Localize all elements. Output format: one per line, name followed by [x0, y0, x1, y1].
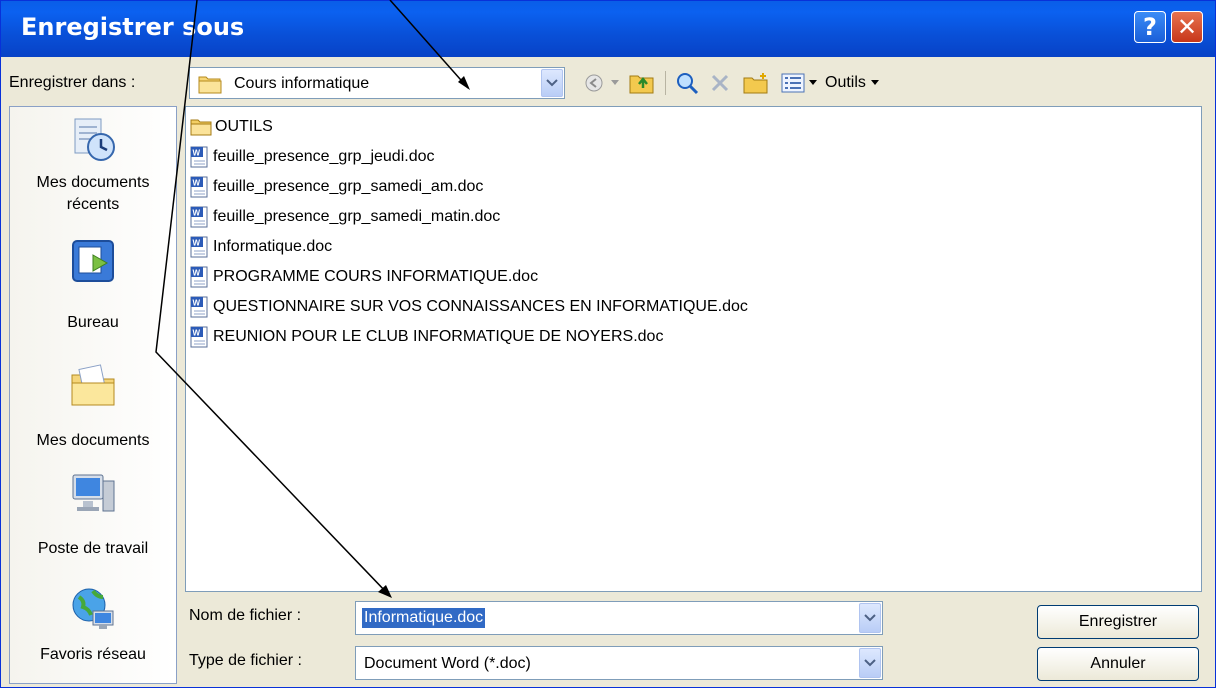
list-item[interactable]: W Informatique.doc	[190, 233, 332, 261]
file-name: feuille_presence_grp_jeudi.doc	[213, 148, 435, 165]
save-in-label: Enregistrer dans :	[9, 74, 136, 91]
chevron-down-icon[interactable]	[541, 69, 563, 97]
place-label: Poste de travail	[37, 540, 149, 557]
list-item[interactable]: W PROGRAMME COURS INFORMATIQUE.doc	[190, 263, 538, 291]
word-document-icon: W	[190, 236, 208, 258]
save-button[interactable]: Enregistrer	[1037, 605, 1199, 639]
up-folder-icon[interactable]	[627, 69, 657, 97]
tools-label: Outils	[825, 74, 866, 91]
place-my-computer[interactable]: Poste de travail	[10, 469, 176, 558]
svg-text:W: W	[193, 269, 201, 278]
filename-label: Nom de fichier :	[189, 607, 302, 624]
word-document-icon: W	[190, 296, 208, 318]
dialog-title: Enregistrer sous	[21, 13, 245, 41]
svg-text:W: W	[193, 149, 201, 158]
word-document-icon: W	[190, 146, 208, 168]
word-document-icon: W	[190, 206, 208, 228]
word-document-icon: W	[190, 266, 208, 288]
network-places-icon	[72, 588, 114, 629]
views-dropdown-icon[interactable]	[807, 69, 819, 97]
filename-input[interactable]: Informatique.doc	[355, 601, 883, 635]
filetype-label: Type de fichier :	[189, 652, 302, 669]
save-as-dialog: Enregistrer sous ? ✕ Enregistrer dans : …	[0, 0, 1216, 688]
place-desktop[interactable]: Bureau	[10, 237, 176, 332]
file-name: PROGRAMME COURS INFORMATIQUE.doc	[213, 268, 539, 285]
file-name: feuille_presence_grp_samedi_am.doc	[213, 178, 484, 195]
filetype-value: Document Word (*.doc)	[364, 655, 531, 672]
views-icon[interactable]	[779, 69, 807, 97]
list-item[interactable]: W REUNION POUR LE CLUB INFORMATIQUE DE N…	[190, 323, 663, 351]
place-label: Mes documents récents	[36, 174, 150, 213]
svg-text:W: W	[193, 179, 201, 188]
list-item[interactable]: W feuille_presence_grp_jeudi.doc	[190, 143, 435, 171]
my-computer-icon	[72, 474, 115, 512]
save-in-value: Cours informatique	[234, 75, 370, 92]
search-web-icon[interactable]	[673, 69, 701, 97]
toolbar-separator	[665, 71, 666, 95]
svg-text:W: W	[193, 329, 201, 338]
place-network[interactable]: Favoris réseau	[10, 585, 176, 664]
svg-text:W: W	[193, 299, 201, 308]
place-label: Favoris réseau	[40, 646, 146, 663]
list-item[interactable]: OUTILS	[190, 113, 273, 141]
list-item[interactable]: W feuille_presence_grp_samedi_matin.doc	[190, 203, 500, 231]
place-label: Mes documents	[36, 432, 150, 449]
file-name: OUTILS	[215, 118, 273, 135]
tools-menu[interactable]: Outils	[825, 69, 935, 97]
my-documents-icon	[71, 364, 115, 406]
list-item[interactable]: W feuille_presence_grp_samedi_am.doc	[190, 173, 483, 201]
list-item[interactable]: W QUESTIONNAIRE SUR VOS CONNAISSANCES EN…	[190, 293, 748, 321]
place-label: Bureau	[67, 314, 119, 331]
svg-text:W: W	[193, 209, 201, 218]
help-button[interactable]: ?	[1134, 11, 1166, 43]
title-bar[interactable]: Enregistrer sous ? ✕	[1, 1, 1215, 57]
delete-icon[interactable]	[707, 69, 733, 97]
chevron-down-icon[interactable]	[859, 648, 881, 678]
cancel-button[interactable]: Annuler	[1037, 647, 1199, 681]
svg-text:W: W	[193, 239, 201, 248]
word-document-icon: W	[190, 326, 208, 348]
desktop-icon	[72, 240, 114, 282]
back-dropdown-icon[interactable]	[609, 69, 621, 97]
save-in-dropdown[interactable]: Cours informatique	[189, 67, 565, 99]
word-document-icon: W	[190, 176, 208, 198]
place-my-documents[interactable]: Mes documents	[10, 361, 176, 450]
places-bar: Mes documents récents Bureau Mes documen…	[9, 106, 177, 684]
file-name: QUESTIONNAIRE SUR VOS CONNAISSANCES EN I…	[213, 298, 748, 315]
back-icon[interactable]	[581, 69, 607, 97]
chevron-down-icon[interactable]	[859, 603, 881, 633]
folder-icon	[190, 119, 212, 136]
place-recent-documents[interactable]: Mes documents récents	[10, 115, 176, 216]
new-folder-icon[interactable]	[741, 69, 771, 97]
file-list[interactable]: OUTILS W feuille_presence_grp_jeudi.doc …	[185, 106, 1202, 592]
file-name: Informatique.doc	[213, 238, 333, 255]
filetype-select[interactable]: Document Word (*.doc)	[355, 646, 883, 680]
file-name: feuille_presence_grp_samedi_matin.doc	[213, 208, 501, 225]
file-name: REUNION POUR LE CLUB INFORMATIQUE DE NOY…	[213, 328, 664, 345]
caret-down-icon	[870, 80, 879, 85]
close-button[interactable]: ✕	[1171, 11, 1203, 43]
filename-value: Informatique.doc	[362, 608, 486, 628]
folder-icon	[198, 76, 222, 94]
recent-documents-icon	[74, 118, 115, 161]
